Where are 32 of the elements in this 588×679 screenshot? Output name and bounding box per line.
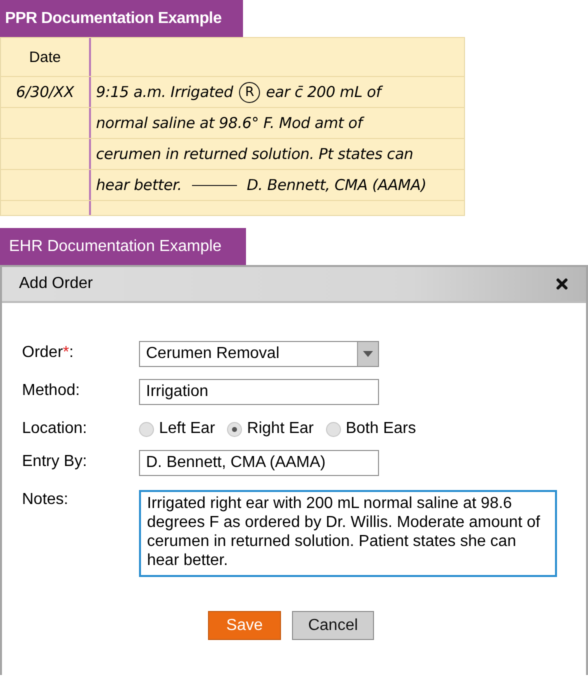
- note-text: cerumen in returned solution. Pt states can: [96, 145, 414, 163]
- label-colon: :: [69, 344, 74, 361]
- text-field[interactable]: D. Bennett, CMA (AAMA): [139, 450, 379, 476]
- required-mark: *: [62, 344, 70, 361]
- close-icon[interactable]: [556, 278, 568, 290]
- order-dropdown[interactable]: Cerumen Removal: [139, 341, 379, 367]
- note-text: D. Bennett, CMA (AAMA): [246, 176, 426, 194]
- field-label: Notes:: [22, 490, 70, 509]
- dialog-title: Add Order: [19, 275, 93, 293]
- radio-button[interactable]: [139, 422, 154, 436]
- radio-button[interactable]: [326, 422, 341, 436]
- note-text: hear better.: [96, 176, 182, 194]
- radio-label[interactable]: Right Ear: [247, 420, 314, 438]
- field-label: Location:: [22, 419, 88, 438]
- section-title: PPR Documentation Example: [0, 0, 243, 37]
- note-text: 9:15 a.m. Irrigated: [96, 83, 234, 101]
- note-text: normal saline at 98.6° F. Mod amt of: [96, 114, 362, 132]
- field-label: Method:: [22, 381, 81, 400]
- radio-label[interactable]: Left Ear: [159, 420, 216, 438]
- text-field[interactable]: Irrigation: [139, 379, 379, 405]
- section-title: EHR Documentation Example: [0, 228, 246, 265]
- circled-letter: R: [239, 82, 260, 102]
- date-entry: 6/30/XX: [1, 77, 91, 107]
- field-label: Entry By:: [22, 452, 88, 471]
- note-text: ear c̄ 200 mL of: [266, 83, 381, 101]
- notes-field[interactable]: Irrigated right ear with 200 mL normal saline at 98.6 degrees F as ordered by Dr. Willis. Moderate amount of cerumen in returned solution. Patient states she can hear better.: [139, 490, 557, 577]
- radio-label[interactable]: Both Ears: [346, 420, 416, 438]
- date-heading: Date: [1, 38, 91, 76]
- radio-button[interactable]: [227, 422, 242, 436]
- signature-line: [192, 184, 237, 186]
- field-label: Order: [22, 344, 63, 361]
- cancel-button[interactable]: Cancel: [292, 611, 374, 640]
